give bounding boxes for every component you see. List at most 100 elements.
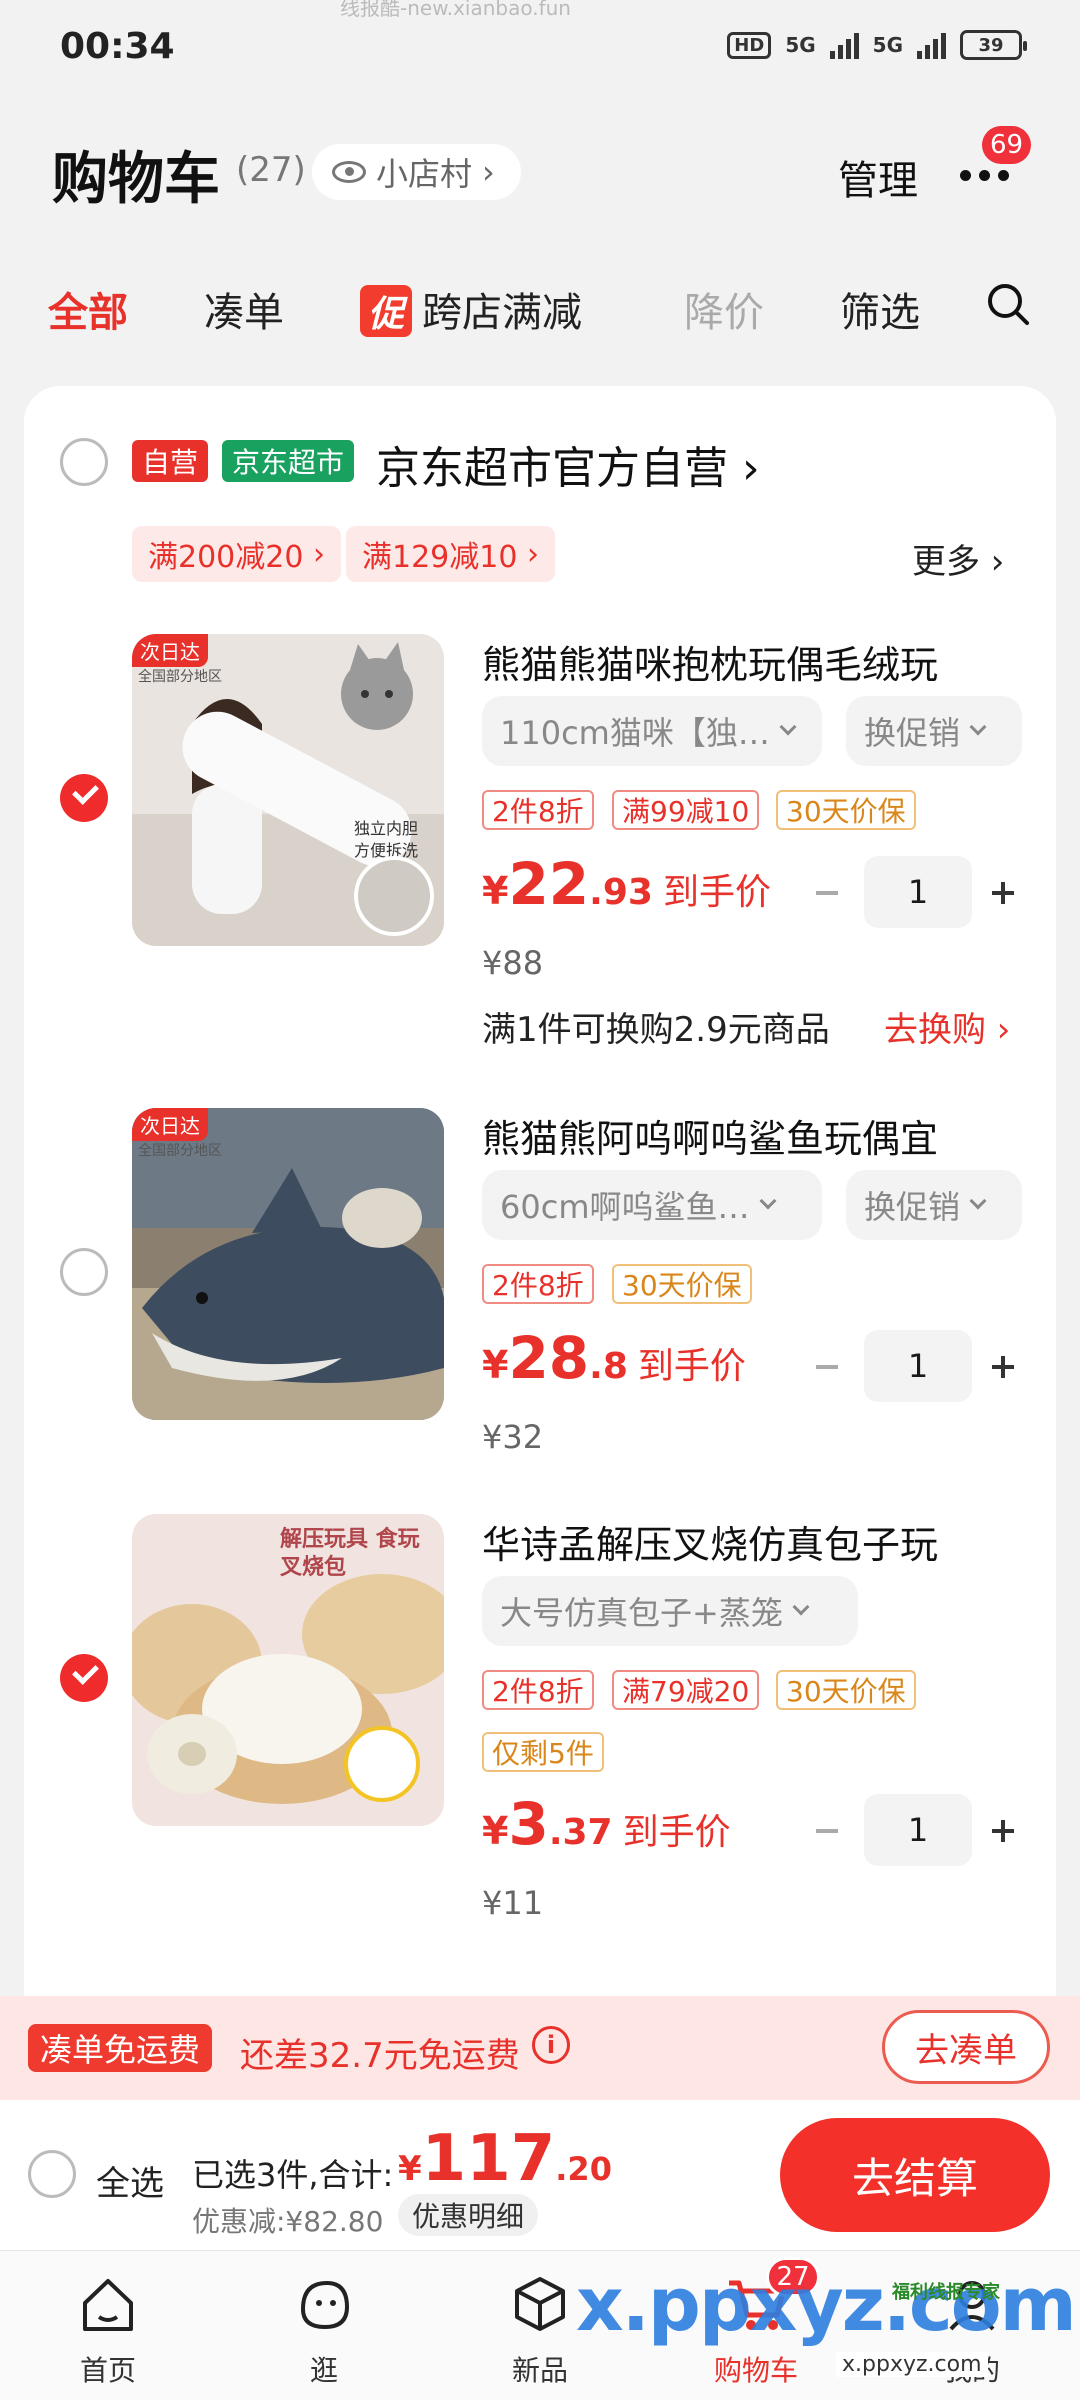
product-image-cat-pillow[interactable]: 独立内胆 方便拆洗 次日达 全国部分地区 [132, 634, 444, 946]
spec-label: 110cm猫咪【独… [500, 714, 770, 752]
promo-tag: 2件8折 [482, 1264, 594, 1304]
exchange-link-label: 去换购 [884, 1010, 986, 1050]
product-item: 次日达 全国部分地区 熊猫熊阿呜啊呜鲨鱼玩偶宜 60cm啊呜鲨鱼… 换促销 2件… [24, 1108, 1056, 1508]
product-select-checkbox[interactable] [60, 774, 108, 822]
final-price: ¥3.37 到手价 [482, 1790, 731, 1858]
box-icon [515, 2277, 565, 2331]
chevron-down-icon [969, 718, 987, 736]
price-suffix: 到手价 [622, 1812, 731, 1853]
quantity-value[interactable]: 1 [864, 856, 972, 928]
product-title[interactable]: 熊猫熊阿呜啊呜鲨鱼玩偶宜 [482, 1108, 1042, 1163]
search-icon[interactable] [986, 282, 1030, 326]
spec-selector[interactable]: 110cm猫咪【独… [482, 696, 822, 766]
next-day-badge: 次日达 [132, 1108, 208, 1141]
discount-detail-button[interactable]: 优惠明细 [398, 2194, 539, 2236]
select-all-checkbox[interactable] [28, 2150, 76, 2198]
quantity-stepper: 1 [804, 1794, 1024, 1866]
chevron-down-icon [969, 1192, 987, 1210]
more-label: 更多 [912, 542, 980, 582]
increase-button[interactable] [980, 1344, 1026, 1390]
chevron-down-icon [792, 1598, 810, 1616]
chevron-right-icon: › [980, 542, 1005, 582]
stock-left-tag: 仅剩5件 [482, 1732, 604, 1772]
nav-cart-label: 购物车 [713, 2354, 798, 2387]
change-promo-label: 换促销 [864, 714, 961, 752]
store-header: 自营 京东超市 京东超市官方自营 › [24, 426, 1056, 496]
quantity-value[interactable]: 1 [864, 1330, 972, 1402]
price-suffix: 到手价 [637, 1346, 746, 1387]
watermark-url: x.ppxyz.com [836, 2352, 988, 2377]
price-dec: .8 [589, 1346, 628, 1387]
spec-selector[interactable]: 大号仿真包子+蒸笼 [482, 1576, 858, 1646]
battery-icon: 39 [960, 30, 1027, 60]
cart-count: (27) [236, 150, 306, 190]
product-select-checkbox[interactable] [60, 1654, 108, 1702]
change-promo-selector[interactable]: 换促销 [846, 696, 1022, 766]
checkout-button[interactable]: 去结算 [780, 2118, 1050, 2232]
free-shipping-bar: 凑单免运费 还差32.7元免运费 i 去凑单 [0, 1996, 1080, 2100]
exchange-link[interactable]: 去换购 › [884, 1002, 1010, 1051]
tab-combine[interactable]: 凑单 [204, 280, 284, 338]
chevron-right-icon: › [728, 443, 760, 494]
tab-price-drop[interactable]: 降价 [684, 280, 764, 338]
more-coupons-link[interactable]: 更多 › [912, 534, 1004, 583]
total-price: ¥117.20 [398, 2122, 612, 2196]
nav-browse[interactable]: 逛 [264, 2269, 384, 2389]
store-card: 自营 京东超市 京东超市官方自营 › 满200减20 › 满129减10 › 更… [24, 386, 1056, 2026]
info-icon[interactable]: i [532, 2026, 570, 2064]
combine-order-button[interactable]: 去凑单 [882, 2010, 1050, 2084]
product-title[interactable]: 熊猫熊猫咪抱枕玩偶毛绒玩 [482, 634, 1042, 689]
currency: ¥ [482, 869, 509, 913]
quantity-stepper: 1 [804, 1330, 1024, 1402]
watermark-logo: x.ppxyz.com [576, 2262, 1077, 2348]
original-price: ¥32 [482, 1418, 544, 1456]
coupon-chip-1[interactable]: 满200减20 › [132, 526, 341, 582]
spec-label: 60cm啊呜鲨鱼… [500, 1188, 750, 1226]
filter-tabs: 全部 凑单 促跨店满减 降价 筛选 [0, 270, 1080, 350]
signal-icon-2 [917, 31, 946, 59]
product-image-shark[interactable]: 次日达 全国部分地区 [132, 1108, 444, 1420]
promo-tag: 2件8折 [482, 1670, 594, 1710]
product-item: 解压玩具 食玩叉烧包 华诗孟解压叉烧仿真包子玩 大号仿真包子+蒸笼 2件8折 满… [24, 1514, 1056, 1934]
select-all-label[interactable]: 全选 [96, 2156, 164, 2205]
change-promo-selector[interactable]: 换促销 [846, 1170, 1022, 1240]
exchange-offer-text: 满1件可换购2.9元商品 [482, 1010, 830, 1050]
tab-all[interactable]: 全部 [48, 280, 128, 338]
status-indicators: HD 5G 5G 39 [727, 30, 1027, 60]
manage-button[interactable]: 管理 [838, 148, 918, 206]
tab-filter[interactable]: 筛选 [840, 280, 920, 338]
product-title[interactable]: 华诗孟解压叉烧仿真包子玩 [482, 1514, 1042, 1569]
spec-label: 大号仿真包子+蒸笼 [500, 1594, 783, 1632]
decrease-button[interactable] [804, 1808, 850, 1854]
total-dec: .20 [555, 2150, 612, 2188]
price-dec: .37 [548, 1812, 613, 1853]
tab-cross-store[interactable]: 促跨店满减 [360, 280, 582, 338]
product-image-bun[interactable]: 解压玩具 食玩叉烧包 [132, 1514, 444, 1826]
watermark-tagline: 福利线报专家 [892, 2282, 1000, 2303]
spec-selector[interactable]: 60cm啊呜鲨鱼… [482, 1170, 822, 1240]
quantity-value[interactable]: 1 [864, 1794, 972, 1866]
store-select-checkbox[interactable] [60, 438, 108, 486]
network-5g-label-2: 5G [872, 33, 903, 57]
increase-button[interactable] [980, 870, 1026, 916]
home-icon [83, 2279, 133, 2331]
decrease-button[interactable] [804, 870, 850, 916]
price-int: 22 [508, 850, 590, 918]
original-price: ¥88 [482, 944, 544, 982]
nav-home[interactable]: 首页 [48, 2269, 168, 2389]
decrease-button[interactable] [804, 1344, 850, 1390]
product-select-checkbox[interactable] [60, 1248, 108, 1296]
shop-village-button[interactable]: 小店村 › [312, 144, 521, 200]
image-caption: 解压玩具 食玩叉烧包 [280, 1527, 420, 1580]
status-bar: 00:34 HD 5G 5G 39 [0, 0, 1080, 100]
change-promo-label: 换促销 [864, 1188, 961, 1226]
tab-cross-store-label: 跨店满减 [422, 290, 583, 336]
store-name-link[interactable]: 京东超市官方自营 › [376, 432, 760, 496]
coupon-chip-2[interactable]: 满129减10 › [346, 526, 555, 582]
original-price: ¥11 [482, 1884, 544, 1922]
free-shipping-badge: 凑单免运费 [28, 2024, 213, 2072]
increase-button[interactable] [980, 1808, 1026, 1854]
svg-text:独立内胆: 独立内胆 [354, 819, 418, 838]
page-title: 购物车 [52, 147, 220, 212]
chevron-right-icon: › [303, 536, 325, 572]
